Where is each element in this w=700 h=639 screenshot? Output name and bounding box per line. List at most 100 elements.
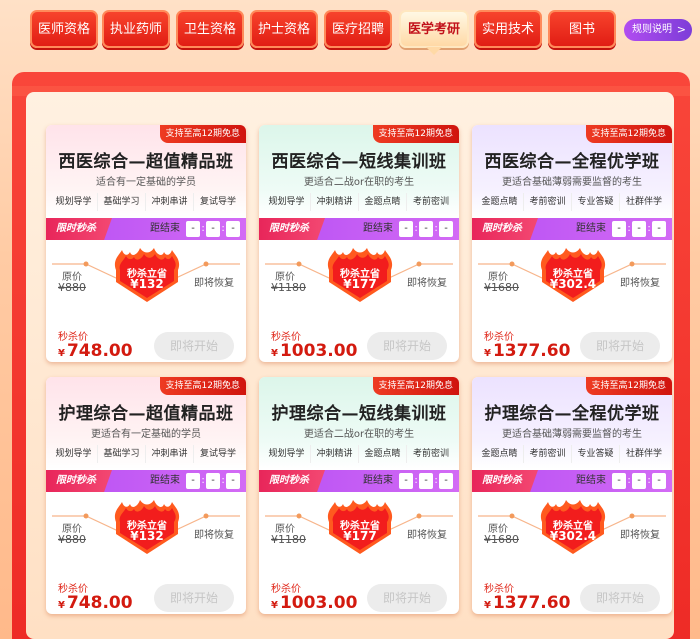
price-zone: 原价 ¥1680 即将恢复 秒杀立省 ¥302.4 秒杀价 ¥1377.60 即…	[472, 492, 672, 614]
countdown-hours: -	[612, 221, 626, 237]
sale-price-value: 1377.60	[492, 341, 571, 361]
course-card[interactable]: 支持至高12期免息 护理综合—全程优学班 更适合基础薄弱需要监督的考生 金题点睛…	[472, 377, 672, 614]
coming-soon-button[interactable]: 即将开始	[367, 332, 447, 360]
flash-sale-bar: 限时秒杀 距结束 - : - : -	[259, 218, 459, 240]
countdown-hours: -	[399, 221, 413, 237]
restore-label: 即将恢复	[194, 530, 234, 541]
course-card[interactable]: 支持至高12期免息 西医综合—超值精品班 适合有一定基础的学员 规划导学 基础学…	[46, 125, 246, 362]
course-subtitle: 更适合二战or在职的考生	[303, 177, 415, 188]
currency-symbol: ¥	[484, 600, 491, 611]
flash-sale-bar: 限时秒杀 距结束 - : - : -	[472, 470, 672, 492]
flash-sale-label: 限时秒杀	[46, 470, 112, 492]
feature-tag: 冲刺精讲	[311, 445, 359, 463]
course-card[interactable]: 支持至高12期免息 护理综合—超值精品班 更适合有一定基础的学员 规划导学 基础…	[46, 377, 246, 614]
course-title: 西医综合—短线集训班	[271, 152, 447, 172]
flash-sale-label: 限时秒杀	[472, 218, 538, 240]
countdown-label: 距结束	[576, 475, 606, 486]
tab-practical-skills[interactable]: 实用技术	[474, 10, 542, 48]
currency-symbol: ¥	[58, 348, 65, 359]
countdown-minutes: -	[632, 473, 646, 489]
course-subtitle: 更适合基础薄弱需要监督的考生	[502, 177, 642, 188]
flash-sale-label: 限时秒杀	[259, 470, 325, 492]
flash-sale-label: 限时秒杀	[46, 218, 112, 240]
countdown-seconds: -	[439, 221, 453, 237]
flash-sale-bar: 限时秒杀 距结束 - : - : -	[259, 470, 459, 492]
course-title: 护理综合—全程优学班	[484, 404, 660, 424]
feature-tag: 基础学习	[98, 193, 146, 211]
countdown-minutes: -	[206, 473, 220, 489]
tab-health-qualification[interactable]: 卫生资格	[176, 10, 244, 48]
feature-tag: 考前密训	[412, 197, 449, 207]
feature-tag: 冲刺串讲	[146, 193, 194, 211]
currency-symbol: ¥	[58, 600, 65, 611]
installment-badge: 支持至高12期免息	[159, 377, 246, 395]
course-card[interactable]: 支持至高12期免息 护理综合—短线集训班 更适合二战or在职的考生 规划导学 冲…	[259, 377, 459, 614]
coming-soon-button[interactable]: 即将开始	[367, 584, 447, 612]
installment-badge: 支持至高12期免息	[372, 125, 459, 143]
restore-label: 即将恢复	[407, 530, 447, 541]
save-amount: ¥132	[130, 529, 164, 543]
currency-symbol: ¥	[271, 348, 278, 359]
feature-tag: 复试导学	[199, 197, 236, 207]
course-card[interactable]: 支持至高12期免息 西医综合—全程优学班 更适合基础薄弱需要监督的考生 金题点睛…	[472, 125, 672, 362]
save-amount: ¥177	[343, 277, 377, 291]
coming-soon-button[interactable]: 即将开始	[154, 332, 234, 360]
coming-soon-button[interactable]: 即将开始	[154, 584, 234, 612]
flash-sale-label: 限时秒杀	[259, 218, 325, 240]
installment-badge: 支持至高12期免息	[159, 125, 246, 143]
feature-tag: 考前密训	[524, 193, 572, 211]
sale-price: ¥1377.60	[484, 593, 570, 613]
coming-soon-button[interactable]: 即将开始	[580, 584, 660, 612]
sale-price-value: 748.00	[66, 593, 133, 613]
tab-nurse-qualification[interactable]: 护士资格	[250, 10, 318, 48]
rules-button[interactable]: 规则说明 >	[624, 19, 692, 41]
tab-medical-postgraduate[interactable]: 医学考研	[399, 10, 469, 55]
tab-doctor-qualification[interactable]: 医师资格	[30, 10, 98, 48]
countdown-minutes: -	[632, 221, 646, 237]
countdown-label: 距结束	[150, 223, 180, 234]
restore-label: 即将恢复	[620, 278, 660, 289]
original-price: ¥880	[58, 281, 86, 294]
feature-tag: 基础学习	[98, 445, 146, 463]
countdown-minutes: -	[419, 221, 433, 237]
restore-label: 即将恢复	[407, 278, 447, 289]
course-title: 西医综合—超值精品班	[58, 152, 234, 172]
tab-medical-recruitment[interactable]: 医疗招聘	[324, 10, 392, 48]
countdown-seconds: -	[226, 221, 240, 237]
course-card[interactable]: 支持至高12期免息 西医综合—短线集训班 更适合二战or在职的考生 规划导学 冲…	[259, 125, 459, 362]
installment-badge: 支持至高12期免息	[372, 377, 459, 395]
price-zone: 原价 ¥1180 即将恢复 秒杀立省 ¥177 秒杀价 ¥1003.00 即将开…	[259, 240, 459, 362]
coming-soon-button[interactable]: 即将开始	[580, 332, 660, 360]
price-zone: 原价 ¥880 即将恢复 秒杀立省 ¥132 秒杀价 ¥748.00 即将开始	[46, 240, 246, 362]
flame-icon: 秒杀立省 ¥177	[321, 500, 399, 554]
sale-price: ¥1003.00	[271, 593, 357, 613]
feature-tag: 冲刺精讲	[311, 193, 359, 211]
feature-tags: 规划导学 基础学习 冲刺串讲 复试导学	[50, 193, 242, 211]
feature-tag: 冲刺串讲	[146, 445, 194, 463]
save-amount: ¥177	[343, 529, 377, 543]
flash-sale-bar: 限时秒杀 距结束 - : - : -	[46, 218, 246, 240]
course-title: 护理综合—短线集训班	[271, 404, 447, 424]
feature-tag: 复试导学	[199, 449, 236, 459]
feature-tag: 专业答疑	[572, 193, 620, 211]
top-nav: 医师资格 执业药师 卫生资格 护士资格 医疗招聘 医学考研 实用技术 图书 规则…	[30, 10, 692, 56]
tab-books[interactable]: 图书	[548, 10, 616, 48]
countdown-seconds: -	[652, 473, 666, 489]
feature-tag: 考前密训	[412, 449, 449, 459]
course-subtitle: 适合有一定基础的学员	[96, 177, 196, 188]
restore-label: 即将恢复	[194, 278, 234, 289]
chevron-right-icon: >	[676, 23, 686, 36]
save-amount: ¥132	[130, 277, 164, 291]
original-price: ¥1180	[271, 281, 306, 294]
flame-icon: 秒杀立省 ¥302.4	[534, 248, 612, 302]
feature-tag: 金题点睛	[476, 193, 524, 211]
feature-tag: 考前密训	[524, 445, 572, 463]
tab-licensed-pharmacist[interactable]: 执业药师	[102, 10, 170, 48]
feature-tag: 金题点睛	[359, 445, 407, 463]
rules-label: 规则说明	[632, 24, 672, 35]
price-zone: 原价 ¥1180 即将恢复 秒杀立省 ¥177 秒杀价 ¥1003.00 即将开…	[259, 492, 459, 614]
flash-sale-bar: 限时秒杀 距结束 - : - : -	[472, 218, 672, 240]
sale-price: ¥748.00	[58, 341, 133, 361]
course-subtitle: 更适合二战or在职的考生	[303, 429, 415, 440]
price-zone: 原价 ¥1680 即将恢复 秒杀立省 ¥302.4 秒杀价 ¥1377.60 即…	[472, 240, 672, 362]
